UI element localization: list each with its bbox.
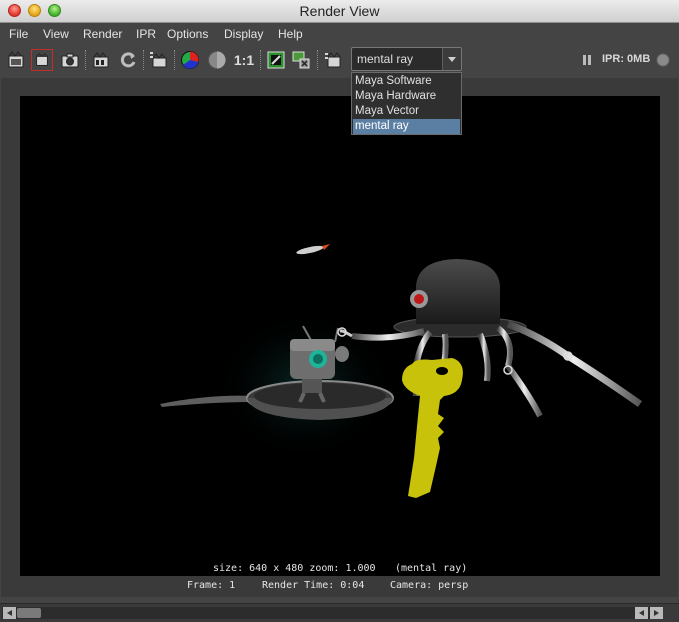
scroll-right-button[interactable] <box>650 607 663 619</box>
chevron-left-icon <box>639 610 644 616</box>
menu-display[interactable]: Display <box>224 27 263 41</box>
camera-label: Camera: persp <box>390 580 469 591</box>
renderer-option-maya-software[interactable]: Maya Software <box>353 74 460 89</box>
renderer-dropdown-list: Maya Software Maya Hardware Maya Vector … <box>351 72 462 135</box>
title-bar: Render View <box>0 0 679 23</box>
render-view-window: Render View File View Render IPR Options… <box>0 0 679 622</box>
refresh-icon[interactable] <box>117 49 139 71</box>
render-frame-icon[interactable] <box>5 49 27 71</box>
menu-help[interactable]: Help <box>278 27 303 41</box>
alpha-channel-icon[interactable] <box>206 49 228 71</box>
ipr-status-icon <box>655 49 671 71</box>
real-size-icon[interactable]: 1:1 <box>231 49 257 71</box>
remove-image-icon[interactable] <box>291 49 313 71</box>
separator <box>143 50 144 70</box>
real-size-label: 1:1 <box>233 52 255 68</box>
separator <box>260 50 261 70</box>
ipr-render-icon[interactable] <box>90 49 112 71</box>
scrollbar-track[interactable] <box>2 607 662 619</box>
display-icon[interactable] <box>265 49 287 71</box>
renderer-select-value: mental ray <box>357 52 414 66</box>
menu-ipr[interactable]: IPR <box>136 27 156 41</box>
renderer-option-maya-hardware[interactable]: Maya Hardware <box>353 89 460 104</box>
render-settings-icon[interactable] <box>322 49 344 71</box>
menu-file[interactable]: File <box>9 27 28 41</box>
separator <box>85 50 86 70</box>
render-time-label: Render Time: 0:04 <box>262 580 365 591</box>
rgb-channels-icon[interactable] <box>179 49 201 71</box>
menu-view[interactable]: View <box>43 27 69 41</box>
frame-label: Frame: 1 <box>187 580 236 591</box>
scrollbar-thumb[interactable] <box>17 608 41 618</box>
chevron-left-icon <box>7 610 12 616</box>
renderer-select[interactable]: mental ray <box>351 47 462 71</box>
menu-options[interactable]: Options <box>167 27 208 41</box>
toolbar: 1:1 mental ray IPR: 0MB <box>0 44 679 77</box>
renderer-option-maya-vector[interactable]: Maya Vector <box>353 104 460 119</box>
separator <box>317 50 318 70</box>
chevron-right-icon <box>654 610 659 616</box>
render-region-icon[interactable] <box>31 49 53 71</box>
pause-icon[interactable] <box>580 49 594 71</box>
horizontal-scrollbar[interactable] <box>0 603 679 622</box>
key-object <box>402 358 463 498</box>
render-info-renderer: (mental ray) <box>395 563 468 574</box>
window-title: Render View <box>299 3 380 19</box>
menu-bar: File View Render IPR Options Display Hel… <box>0 23 679 44</box>
rendered-scene <box>160 244 643 498</box>
render-sequence-icon[interactable] <box>148 49 170 71</box>
separator <box>174 50 175 70</box>
render-info-size: size: 640 x 480 zoom: 1.000 <box>213 563 376 574</box>
snapshot-icon[interactable] <box>59 49 81 71</box>
ipr-memory-label: IPR: 0MB <box>602 53 651 65</box>
scroll-left-button-end[interactable] <box>635 607 648 619</box>
scroll-left-button[interactable] <box>3 607 16 619</box>
chevron-down-icon <box>448 57 456 62</box>
renderer-option-mental-ray[interactable]: mental ray <box>353 119 460 134</box>
rendered-image: size: 640 x 480 zoom: 1.000 (mental ray) <box>20 96 660 576</box>
rocket-object <box>296 244 330 255</box>
renderer-select-toggle[interactable] <box>442 48 461 70</box>
menu-render[interactable]: Render <box>83 27 122 41</box>
frying-pan-object <box>160 380 394 420</box>
